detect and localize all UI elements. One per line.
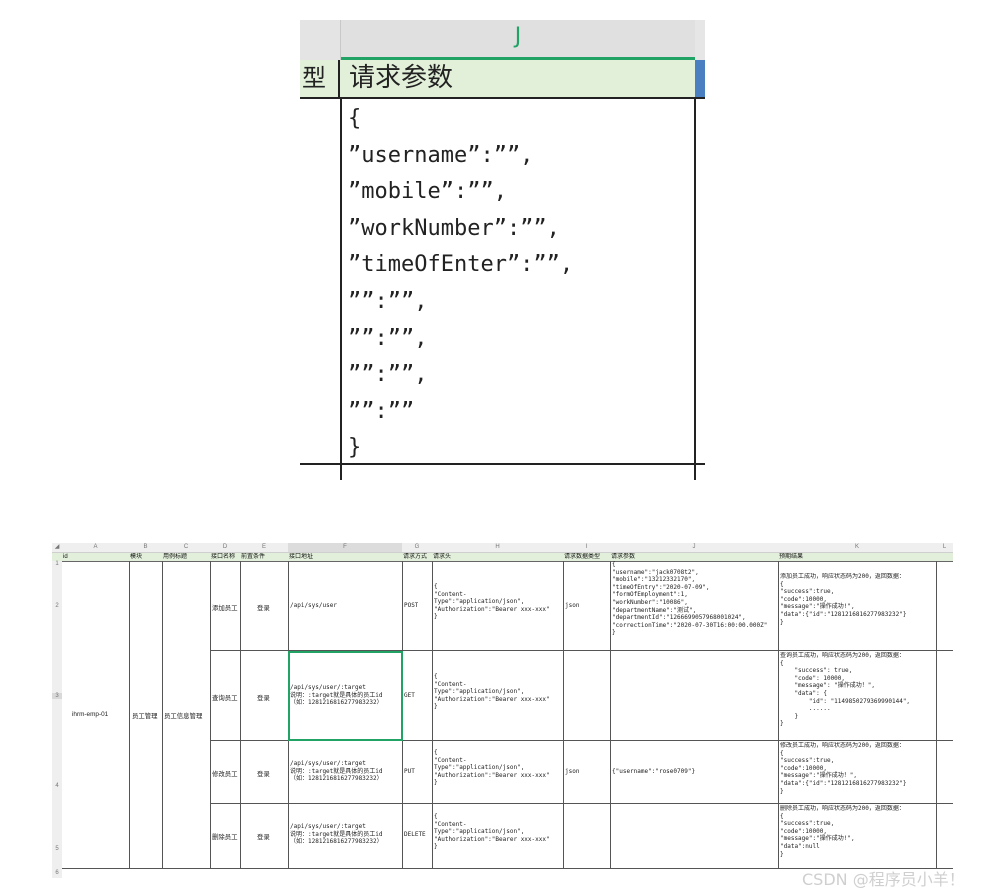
grid-line: [432, 561, 433, 868]
header-api-name[interactable]: 接口名称: [210, 553, 240, 561]
code-line: ”timeOfEnter”:””,: [348, 252, 574, 278]
code-line: {: [348, 106, 362, 131]
code-line: ”workNumber”:””,: [348, 215, 560, 241]
header-method[interactable]: 请求方式: [402, 553, 432, 561]
cell-expected-result[interactable]: 修改员工成功，响应状态码为200，返回数据： { "success":true,…: [780, 742, 935, 795]
cell-api-url[interactable]: /api/sys/user: [290, 602, 337, 610]
column-header-bar: J: [300, 20, 705, 60]
grid-line: [778, 561, 779, 868]
header-precondition[interactable]: 前置条件: [240, 553, 288, 561]
header-case-title[interactable]: 用例标题: [162, 553, 210, 561]
cell-module[interactable]: 员工管理: [132, 711, 158, 720]
select-all-corner[interactable]: ◢: [52, 543, 62, 552]
header-data-type[interactable]: 请求数据类型: [563, 553, 610, 561]
selected-cell-indicator: [288, 651, 403, 741]
grid-line: [129, 561, 130, 868]
row-number[interactable]: 2: [52, 603, 62, 609]
row-number-column: 1 2 3 4 5 6: [52, 561, 62, 878]
row-number[interactable]: 6: [52, 870, 62, 876]
row-number[interactable]: 1: [52, 561, 62, 567]
code-line: ””:””,: [348, 362, 428, 388]
header-request-params[interactable]: 请求参数: [610, 553, 778, 561]
header-row: 型 请求参数: [300, 60, 705, 99]
cell-expected-result[interactable]: 删除员工成功，响应状态码为200，返回数据： { "success":true,…: [780, 805, 935, 858]
cell-request-headers[interactable]: { "Content- Type":"application/json", "A…: [434, 673, 550, 711]
grid-line: [210, 561, 211, 868]
row-number[interactable]: 5: [52, 846, 62, 852]
column-letter-j: J: [514, 24, 522, 49]
cell-precondition[interactable]: 登录: [257, 603, 270, 612]
cell-data-type[interactable]: json: [565, 602, 579, 610]
header-module[interactable]: 模块: [129, 553, 162, 561]
cell-api-url[interactable]: /api/sys/user/:target 说明：:target就是具体的员工i…: [290, 760, 383, 783]
row-number[interactable]: 4: [52, 783, 62, 789]
column-header-l[interactable]: L: [936, 543, 953, 552]
code-line: ””:””: [348, 398, 415, 424]
column-header-d[interactable]: D: [210, 543, 240, 552]
code-line: ”mobile”:””,: [348, 179, 507, 205]
column-header-e[interactable]: E: [240, 543, 288, 552]
cell-method[interactable]: DELETE: [404, 831, 426, 839]
header-api-url[interactable]: 接口地址: [288, 553, 402, 561]
spreadsheet: ◢ A B C D E F G H I J K L id 模块 用例标题 接口名…: [52, 543, 953, 878]
cell-request-headers[interactable]: { "Content- Type":"application/json", "A…: [434, 749, 550, 787]
adjacent-selected-cell[interactable]: [695, 60, 705, 97]
grid-line: [936, 561, 937, 868]
cell-method[interactable]: POST: [404, 602, 418, 610]
cell-api-name[interactable]: 修改员工: [212, 769, 238, 778]
cell-method[interactable]: PUT: [404, 768, 415, 776]
column-header-f[interactable]: F: [288, 543, 402, 552]
column-header-j[interactable]: J: [610, 543, 778, 552]
zoomed-cell-view: J 型 请求参数 { ”username”:””, ”mobile”:””, ”…: [300, 20, 705, 480]
header-request-headers[interactable]: 请求头: [432, 553, 563, 561]
header-cell-request-params[interactable]: 请求参数: [343, 60, 695, 97]
cell-request-params[interactable]: { "username":"jack0708t2", "mobile":"132…: [612, 561, 777, 637]
cell-request-headers[interactable]: { "Content- Type":"application/json", "A…: [434, 583, 550, 621]
request-params-code: { ”username”:””, ”mobile”:””, ”workNumbe…: [348, 101, 693, 467]
cell-case-title[interactable]: 员工信息管理: [164, 711, 202, 720]
grid-line: [240, 561, 241, 868]
column-header-i[interactable]: I: [563, 543, 610, 552]
column-header-h[interactable]: H: [432, 543, 563, 552]
column-header-j[interactable]: J: [341, 20, 695, 60]
column-header-k[interactable]: K: [778, 543, 936, 552]
grid-line: [563, 561, 564, 868]
cell-request-params[interactable]: {"username":"rose0709"}: [612, 768, 695, 776]
grid-line: [162, 561, 163, 868]
grid-line: [610, 561, 611, 868]
column-header-c[interactable]: C: [162, 543, 210, 552]
cell-expected-result[interactable]: 添加员工成功，响应状态码为200，返回数据： { "success":true,…: [780, 573, 935, 626]
cell-method[interactable]: GET: [404, 692, 415, 700]
cell-data-type[interactable]: json: [565, 768, 579, 776]
cell-precondition[interactable]: 登录: [257, 693, 270, 702]
cell-api-url[interactable]: /api/sys/user/:target 说明：:target就是具体的员工i…: [290, 823, 383, 846]
header-row: id 模块 用例标题 接口名称 前置条件 接口地址 请求方式 请求头 请求数据类…: [52, 553, 953, 562]
header-id[interactable]: id: [62, 553, 129, 561]
code-line: ”username”:””,: [348, 142, 534, 168]
grid-line: [210, 803, 953, 804]
code-line: ””:””,: [348, 325, 428, 351]
cell-api-name[interactable]: 查询员工: [212, 693, 238, 702]
column-header-a[interactable]: A: [62, 543, 129, 552]
column-letter-row: ◢ A B C D E F G H I J K L: [52, 543, 953, 553]
cell-border-left: [340, 99, 342, 480]
cell-precondition[interactable]: 登录: [257, 832, 270, 841]
header-cell-fragment[interactable]: 型: [300, 60, 340, 97]
watermark: CSDN @程序员小羊！: [802, 870, 965, 889]
cell-id[interactable]: ihrm-emp-01: [72, 711, 108, 718]
column-header-g[interactable]: G: [402, 543, 432, 552]
cell-expected-result[interactable]: 查询员工成功，响应状态码为200，返回数据： { "success": true…: [780, 652, 935, 728]
cell-precondition[interactable]: 登录: [257, 769, 270, 778]
cell-api-name[interactable]: 添加员工: [212, 603, 238, 612]
request-params-cell[interactable]: { ”username”:””, ”mobile”:””, ”workNumbe…: [300, 99, 705, 480]
cell-api-name[interactable]: 删除员工: [212, 832, 238, 841]
cell-request-headers[interactable]: { "Content- Type":"application/json", "A…: [434, 813, 550, 851]
header-expected-result[interactable]: 预期结果: [778, 553, 936, 561]
row-number[interactable]: 3: [52, 693, 62, 699]
code-line: }: [348, 435, 362, 461]
cell-border-right: [694, 99, 696, 480]
column-header-i[interactable]: [300, 20, 341, 60]
code-line: ””:””,: [348, 288, 428, 314]
column-header-b[interactable]: B: [129, 543, 162, 552]
